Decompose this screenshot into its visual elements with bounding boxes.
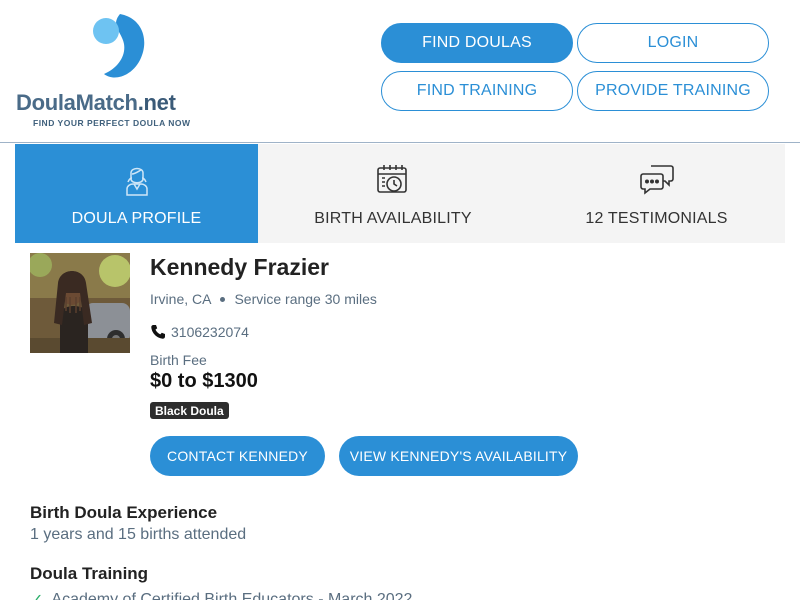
tab-testimonials[interactable]: 12 TESTIMONIALS: [528, 144, 785, 243]
find-training-button[interactable]: FIND TRAINING: [381, 71, 573, 111]
logo-drop-icon: [93, 14, 145, 78]
login-button[interactable]: LOGIN: [577, 23, 769, 63]
chat-bubbles-icon: [639, 165, 674, 195]
tab-label: BIRTH AVAILABILITY: [314, 210, 472, 227]
site-header: DoulaMatch.net FIND YOUR PERFECT DOULA N…: [0, 0, 800, 143]
tab-birth-availability[interactable]: BIRTH AVAILABILITY: [258, 144, 528, 243]
doula-location: Irvine, CA: [150, 291, 212, 307]
experience-heading: Birth Doula Experience: [30, 503, 218, 522]
site-logo[interactable]: DoulaMatch.net FIND YOUR PERFECT DOULA N…: [16, 10, 226, 135]
doula-person-icon: [125, 167, 148, 196]
birth-fee-value: $0 to $1300: [150, 370, 258, 392]
phone-icon: [151, 325, 165, 339]
profile-tabs: DOULA PROFILE BIRTH AVAILABILITY 12 TEST…: [15, 144, 785, 243]
find-doulas-button[interactable]: FIND DOULAS: [381, 23, 573, 63]
location-line: Irvine, CA Service range 30 miles: [150, 291, 377, 307]
black-doula-badge: Black Doula: [150, 402, 229, 419]
service-range: Service range 30 miles: [234, 291, 377, 307]
contact-doula-button[interactable]: CONTACT KENNEDY: [150, 436, 325, 476]
tab-label: 12 TESTIMONIALS: [585, 210, 728, 227]
logo-tagline: FIND YOUR PERFECT DOULA NOW: [33, 118, 191, 128]
checkmark-icon: ✓: [30, 590, 43, 600]
phone-number[interactable]: 3106232074: [171, 324, 249, 340]
tab-label: DOULA PROFILE: [71, 210, 202, 227]
provide-training-button[interactable]: PROVIDE TRAINING: [577, 71, 769, 111]
calendar-clock-icon: [377, 165, 407, 193]
logo-text: DoulaMatch.net: [16, 90, 176, 115]
experience-text: 1 years and 15 births attended: [30, 526, 247, 543]
training-item-text: Academy of Certified Birth Educators - M…: [51, 591, 413, 600]
view-availability-button[interactable]: VIEW KENNEDY'S AVAILABILITY: [339, 436, 578, 476]
phone-line[interactable]: 3106232074: [150, 324, 249, 340]
training-heading: Doula Training: [30, 564, 149, 583]
separator-dot: [220, 296, 226, 302]
training-list-item: ✓ Academy of Certified Birth Educators -…: [30, 590, 412, 600]
doula-profile-photo: [30, 253, 130, 353]
tab-doula-profile[interactable]: DOULA PROFILE: [15, 144, 258, 243]
birth-fee-label: Birth Fee: [150, 352, 207, 368]
doula-name: Kennedy Frazier: [150, 254, 329, 280]
